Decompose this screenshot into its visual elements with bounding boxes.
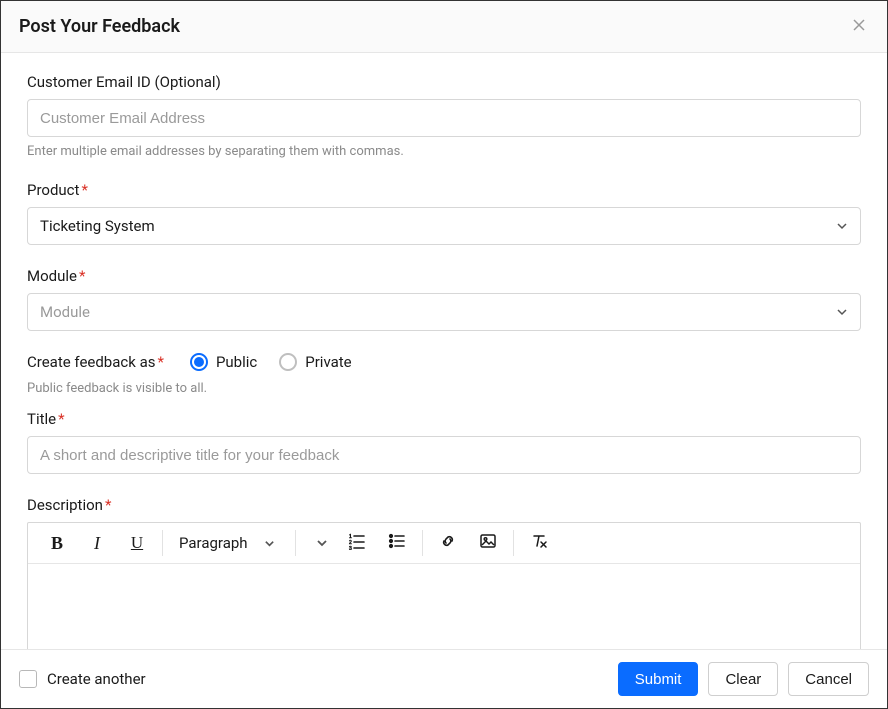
close-button[interactable] <box>847 13 871 40</box>
required-asterisk: * <box>105 496 111 514</box>
bold-button[interactable]: B <box>46 529 68 557</box>
editor-toolbar: B I U Paragraph <box>28 523 860 564</box>
create-another-label[interactable]: Create another <box>47 670 146 688</box>
visibility-field-group: Create feedback as* Public Private Publi… <box>27 353 861 396</box>
align-dropdown[interactable] <box>310 534 328 553</box>
description-label: Description* <box>27 496 861 514</box>
italic-button[interactable]: I <box>86 529 108 557</box>
rich-text-editor: B I U Paragraph <box>27 522 861 649</box>
radio-icon-unchecked <box>279 353 297 371</box>
submit-button[interactable]: Submit <box>618 662 699 696</box>
ordered-list-button[interactable]: 1 2 3 <box>346 529 368 557</box>
visibility-radio-private[interactable]: Private <box>279 353 351 371</box>
clear-button[interactable]: Clear <box>708 662 778 696</box>
email-hint: Enter multiple email addresses by separa… <box>27 144 861 159</box>
modal-footer: Create another Submit Clear Cancel <box>1 649 887 708</box>
modal-body: Customer Email ID (Optional) Enter multi… <box>1 53 887 649</box>
module-placeholder: Module <box>40 303 90 321</box>
email-label: Customer Email ID (Optional) <box>27 73 861 91</box>
chevron-down-icon <box>836 306 848 318</box>
clear-formatting-icon <box>530 532 548 555</box>
insert-image-button[interactable] <box>477 529 499 557</box>
required-asterisk: * <box>79 267 85 285</box>
cancel-button[interactable]: Cancel <box>788 662 869 696</box>
product-label: Product* <box>27 181 861 199</box>
chevron-down-icon <box>264 538 275 549</box>
module-field-group: Module* Module <box>27 267 861 331</box>
svg-text:3: 3 <box>349 546 352 550</box>
unordered-list-button[interactable] <box>386 529 408 557</box>
module-select[interactable]: Module <box>27 293 861 331</box>
close-icon <box>851 17 867 36</box>
visibility-radio-public[interactable]: Public <box>190 353 257 371</box>
chevron-down-icon <box>316 537 328 549</box>
chevron-down-icon <box>836 220 848 232</box>
paragraph-style-dropdown[interactable]: Paragraph <box>177 534 281 552</box>
description-textarea[interactable] <box>28 564 860 649</box>
required-asterisk: * <box>157 353 163 371</box>
title-label: Title* <box>27 410 861 428</box>
modal-header: Post Your Feedback <box>1 1 887 53</box>
create-another-checkbox[interactable] <box>19 670 37 688</box>
required-asterisk: * <box>81 181 87 199</box>
product-selected-value: Ticketing System <box>40 217 155 235</box>
feedback-modal: Post Your Feedback Customer Email ID (Op… <box>0 0 888 709</box>
email-input[interactable] <box>27 99 861 137</box>
description-field-group: Description* B I U Paragraph <box>27 496 861 649</box>
underline-button[interactable]: U <box>126 529 148 557</box>
modal-title: Post Your Feedback <box>19 16 180 37</box>
visibility-label: Create feedback as* <box>27 353 164 371</box>
product-select[interactable]: Ticketing System <box>27 207 861 245</box>
email-field-group: Customer Email ID (Optional) Enter multi… <box>27 73 861 159</box>
title-field-group: Title* <box>27 410 861 474</box>
image-icon <box>479 532 497 555</box>
required-asterisk: * <box>58 410 64 428</box>
insert-link-button[interactable] <box>437 529 459 557</box>
radio-icon-checked <box>190 353 208 371</box>
link-icon <box>439 532 457 555</box>
module-label: Module* <box>27 267 861 285</box>
unordered-list-icon <box>388 532 406 555</box>
title-input[interactable] <box>27 436 861 474</box>
ordered-list-icon: 1 2 3 <box>348 532 366 555</box>
visibility-hint: Public feedback is visible to all. <box>27 381 861 396</box>
product-field-group: Product* Ticketing System <box>27 181 861 245</box>
clear-formatting-button[interactable] <box>528 529 550 557</box>
